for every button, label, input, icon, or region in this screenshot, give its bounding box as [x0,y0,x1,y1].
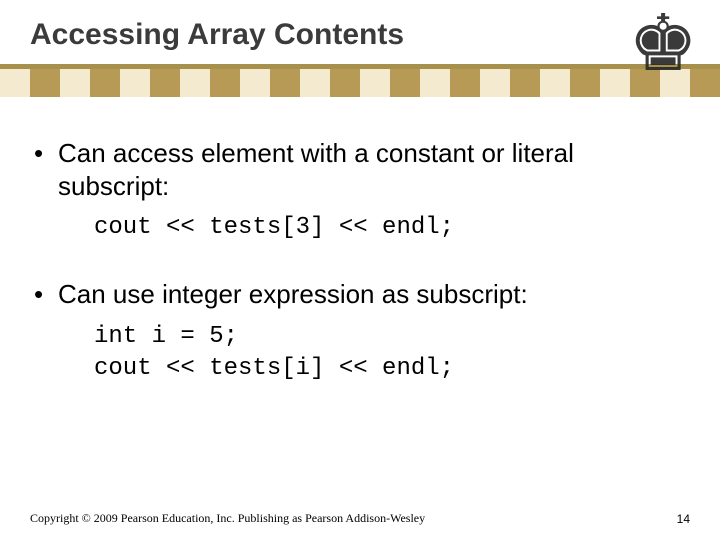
code-block: int i = 5; cout << tests[i] << endl; [94,321,682,386]
slide-content: Can access element with a constant or li… [0,97,720,386]
page-number: 14 [677,512,690,526]
bullet-text: Can use integer expression as subscript: [58,278,682,311]
page-title: Accessing Array Contents [30,18,690,52]
slide-header: Accessing Array Contents [0,0,720,64]
bullet-text: Can access element with a constant or li… [58,137,682,202]
slide-footer: Copyright © 2009 Pearson Education, Inc.… [30,511,690,526]
bullet-item: Can access element with a constant or li… [58,137,682,244]
bullet-item: Can use integer expression as subscript:… [58,278,682,385]
checkerboard-strip [0,69,720,97]
chess-king-icon: ♚ [628,4,698,82]
copyright-text: Copyright © 2009 Pearson Education, Inc.… [30,511,425,526]
code-block: cout << tests[3] << endl; [94,212,682,244]
